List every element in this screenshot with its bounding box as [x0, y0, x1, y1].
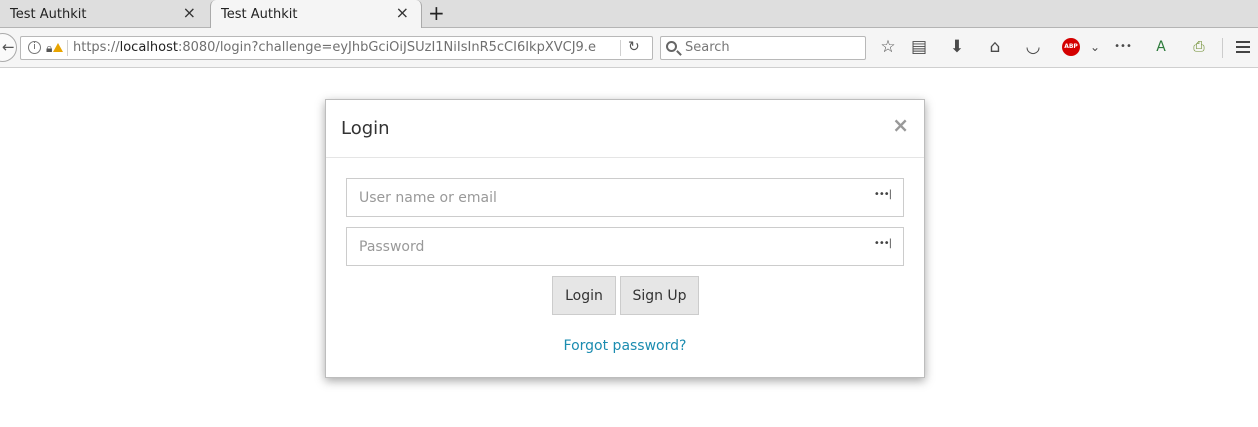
info-icon[interactable]: i	[28, 41, 41, 54]
warning-icon	[53, 43, 63, 52]
reading-list-icon[interactable]: ▤	[908, 36, 930, 58]
star-icon[interactable]: ☆	[877, 36, 899, 58]
tab-title: Test Authkit	[10, 6, 87, 22]
search-icon	[666, 41, 677, 52]
menu-icon[interactable]	[1236, 41, 1250, 56]
new-tab-button[interactable]: +	[428, 3, 445, 23]
pocket-icon[interactable]: ◡	[1022, 36, 1044, 58]
tab-test-authkit-1[interactable]: Test Authkit ×	[0, 0, 208, 28]
password-manager-icon[interactable]: •••|	[874, 238, 892, 249]
username-field-wrapper: •••|	[346, 178, 904, 217]
tab-test-authkit-2[interactable]: Test Authkit ×	[210, 0, 422, 29]
home-icon[interactable]: ⌂	[984, 36, 1006, 58]
reload-icon[interactable]: ↻	[628, 39, 640, 55]
tab-close-icon[interactable]: ×	[396, 5, 409, 21]
modal-title: Login	[341, 118, 390, 139]
password-field-wrapper: •••|	[346, 227, 904, 266]
url-host: localhost	[119, 40, 178, 55]
divider	[1222, 38, 1223, 58]
password-manager-icon[interactable]: •••|	[874, 189, 892, 200]
overflow-icon[interactable]: •••	[1112, 36, 1134, 58]
tab-title: Test Authkit	[221, 7, 298, 22]
tab-close-icon[interactable]: ×	[183, 5, 196, 21]
search-bar[interactable]: Search	[660, 36, 866, 60]
tab-strip: Test Authkit × Test Authkit × +	[0, 0, 1258, 29]
print-icon[interactable]: ⎙	[1188, 36, 1210, 58]
close-icon[interactable]: ×	[892, 113, 909, 137]
password-input[interactable]	[347, 228, 903, 265]
download-icon[interactable]: ⬇	[946, 36, 968, 58]
back-arrow-icon: ←	[2, 38, 15, 56]
signup-button[interactable]: Sign Up	[620, 276, 699, 315]
username-input[interactable]	[347, 179, 903, 216]
divider	[620, 40, 621, 56]
modal-header: Login ×	[326, 100, 924, 158]
search-placeholder: Search	[685, 40, 730, 55]
login-modal: Login × •••| •••| Login Sign Up Forgot p…	[325, 99, 925, 378]
chevron-down-icon[interactable]: ⌄	[1084, 36, 1106, 58]
url-rest: :8080/login?challenge=eyJhbGciOiJSUzI1Ni…	[177, 40, 596, 55]
lock-icon: 🔒︎	[46, 41, 53, 55]
divider	[67, 40, 68, 56]
url-bar[interactable]: i 🔒︎ https://localhost:8080/login?challe…	[20, 36, 653, 60]
url-scheme: https://	[73, 40, 120, 55]
forgot-password-link[interactable]: Forgot password?	[326, 338, 924, 354]
back-button[interactable]: ←	[0, 33, 17, 62]
translate-icon[interactable]: A	[1150, 36, 1172, 58]
login-button[interactable]: Login	[552, 276, 616, 315]
url-text[interactable]: https://localhost:8080/login?challenge=e…	[73, 40, 618, 55]
abp-icon[interactable]: ABP	[1062, 38, 1080, 56]
